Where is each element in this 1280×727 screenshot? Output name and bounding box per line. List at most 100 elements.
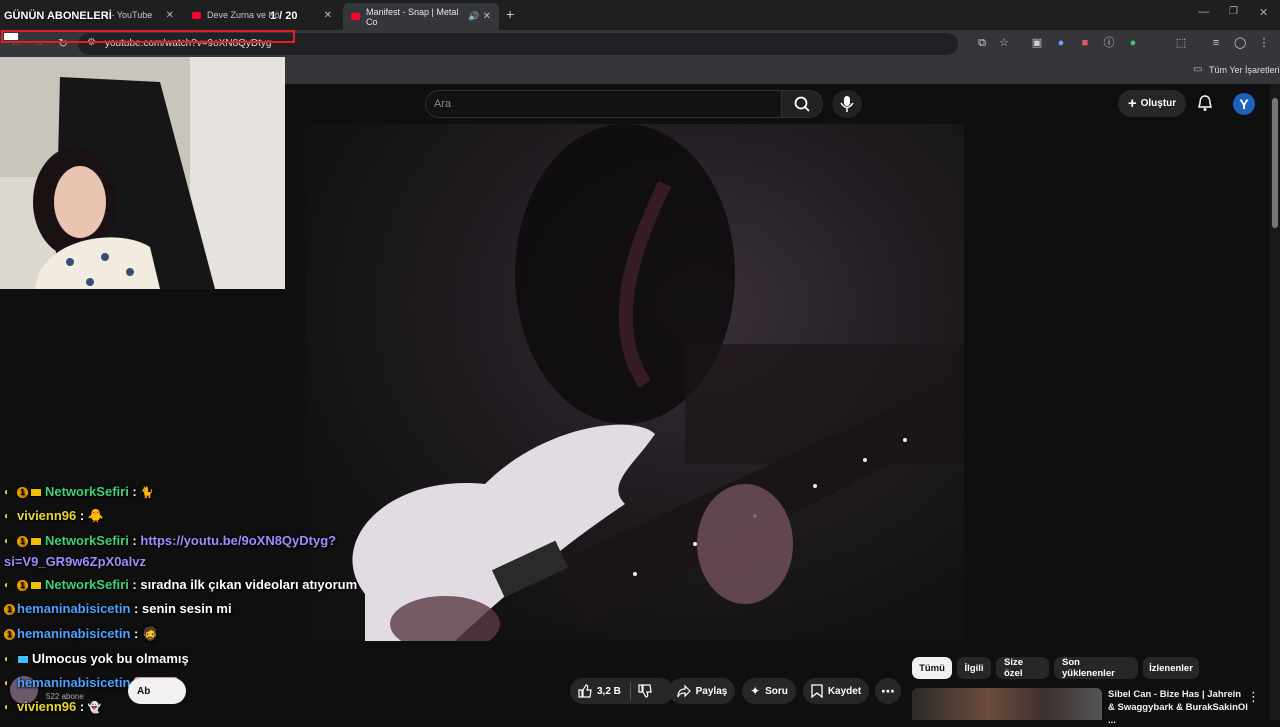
chat-text: sıradna ilk çıkan videoları atıyorum (140, 577, 358, 592)
extension-icon[interactable]: ● (1127, 37, 1139, 49)
like-count: 3,2 B (597, 685, 621, 697)
chat-username: hemaninabisicetin (17, 601, 131, 616)
chip-related[interactable]: İlgili (957, 657, 991, 679)
share-icon (677, 684, 691, 698)
overlay-title: GÜNÜN ABONELERİ (4, 10, 112, 22)
video-frame-guitar (352, 124, 964, 641)
subscribe-button[interactable]: Ab (128, 678, 186, 704)
chat-text: senin sesin mi (141, 601, 232, 616)
menu-icon[interactable]: ⋮ (1258, 37, 1270, 49)
search-placeholder: Ara (434, 98, 452, 110)
chip-watched[interactable]: İzlenenler (1143, 657, 1199, 679)
chat-link[interactable]: https://youtu.be/9oXN8QyDtyg? (140, 533, 336, 548)
streamer-webcam (0, 57, 285, 289)
share-button[interactable]: Paylaş (669, 678, 735, 704)
save-button[interactable]: Kaydet (803, 678, 869, 704)
tab-title: Deve Zurna ve Kö (207, 10, 280, 20)
ask-label: Soru (765, 685, 788, 697)
share-label: Paylaş (695, 685, 728, 697)
more-horizontal-icon: ⋯ (881, 682, 895, 699)
more-vertical-icon[interactable]: ⋮ (1247, 689, 1260, 705)
chat-message-continued: si=V9_GR9w6ZpX0alvz (4, 554, 146, 569)
create-label: Oluştur (1140, 98, 1177, 109)
browser-tab-active[interactable]: Manifest - Snap | Metal Co 🔊 ✕ (343, 3, 499, 30)
chat-username: hemaninabisicetin (17, 675, 131, 690)
browser-tab[interactable]: Deve Zurna ve Kö ✕ (184, 4, 340, 26)
voice-search-button[interactable] (832, 90, 862, 118)
plus-icon: + (1127, 95, 1137, 112)
sub-badge-icon: 1 (17, 580, 28, 592)
chat-username: vivienn96 (17, 508, 77, 523)
recommended-video-thumbnail[interactable] (912, 688, 1102, 720)
sub-badge-icon: 1 (17, 487, 28, 499)
overlay-progress-fill (4, 33, 18, 40)
microphone-icon (840, 96, 854, 112)
extension-icon[interactable]: ▣ (1031, 37, 1043, 49)
chat-text: Ulmocus yok bu olmamış (32, 651, 189, 666)
chat-username: hemaninabisicetin (17, 626, 131, 641)
chip-for-you[interactable]: Size özel (996, 657, 1049, 679)
mail-badge-icon (30, 488, 42, 498)
bookmark-star-icon[interactable]: ☆ (998, 37, 1010, 49)
chat-message: ◐ Ulmocus yok bu olmamış (4, 651, 189, 666)
chat-message: ◐ 1 NetworkSefiri : 🐈 (4, 484, 155, 499)
extension-icon[interactable]: ■ (1079, 37, 1091, 49)
folder-icon: ▭ (1193, 64, 1203, 75)
sub-badge-icon: 1 (4, 604, 15, 616)
emote-icon: 🧔 (141, 626, 159, 641)
like-button[interactable]: 3,2 B (570, 678, 674, 704)
ask-button[interactable]: ✦ Soru (742, 678, 796, 704)
extension-icon[interactable]: ⓘ (1103, 37, 1115, 49)
chat-message: ◐ vivienn96 : 🐥 (4, 508, 105, 523)
emote-icon: 🐈 (140, 487, 155, 499)
chat-username: vivienn96 (17, 699, 77, 714)
chat-link[interactable]: si=V9_GR9w6ZpX0alvz (4, 554, 146, 569)
tab-title: Manifest - Snap | Metal Co (366, 6, 459, 27)
overlay-counter: 1 / 20 (270, 10, 298, 22)
speaker-icon: 🔊 (468, 11, 480, 21)
chip-all[interactable]: Tümü (912, 657, 952, 679)
thumbs-up-icon (578, 684, 592, 698)
overlay-progress-bar (1, 30, 295, 43)
moon-badge-icon: ◐ (4, 487, 11, 499)
mail-badge-icon (30, 537, 42, 547)
all-bookmarks-link[interactable]: Tüm Yer İşaretleri (1209, 65, 1280, 75)
chat-username: NetworkSefiri (45, 533, 129, 548)
chip-recently-uploaded[interactable]: Son yüklenenler (1054, 657, 1138, 679)
extension-icon[interactable]: ● (1055, 37, 1067, 49)
recommended-video-title[interactable]: Sibel Can - Bize Has | Jahrein & Swaggyb… (1108, 688, 1248, 727)
puzzle-icon[interactable]: ⬚ (1175, 37, 1187, 49)
search-input[interactable] (425, 90, 782, 118)
mod-badge-icon (17, 655, 29, 665)
youtube-favicon-icon (351, 13, 360, 20)
profile-icon[interactable]: ◯ (1234, 37, 1246, 49)
search-button[interactable] (781, 90, 823, 118)
scrollbar-thumb[interactable] (1272, 98, 1278, 228)
window-close-icon[interactable]: ✕ (1259, 6, 1268, 19)
close-icon[interactable]: ✕ (483, 11, 491, 22)
close-icon[interactable]: ✕ (324, 10, 332, 21)
media-control-icon[interactable]: ≡ (1210, 37, 1222, 49)
chat-message: ◐ 1 NetworkSefiri : https://youtu.be/9oXN8… (4, 533, 337, 548)
moon-badge-icon: ◐ (4, 511, 11, 523)
chat-message: 1 hemaninabisicetin : senin sesin mi (4, 601, 232, 616)
new-tab-icon[interactable]: + (506, 6, 514, 22)
sub-badge-icon: 1 (4, 629, 15, 641)
bookmark-icon (811, 684, 823, 698)
avatar[interactable]: Y (1233, 93, 1255, 115)
close-icon[interactable]: ✕ (166, 10, 174, 21)
sub-badge-icon: 1 (17, 536, 28, 548)
webcam-image (0, 57, 285, 289)
notifications-icon[interactable] (1196, 94, 1214, 117)
moon-badge-icon: ◐ (4, 654, 11, 666)
chat-message: ◐ 1 NetworkSefiri : sıradna ilk çıkan vide… (4, 577, 358, 592)
install-app-icon[interactable]: ⧉ (976, 37, 988, 49)
create-button[interactable]: + Oluştur (1118, 90, 1186, 117)
minimize-icon[interactable]: — (1198, 6, 1209, 18)
more-actions-button[interactable]: ⋯ (875, 678, 901, 704)
chat-message: ◐ vivienn96 : 👻 (4, 699, 102, 714)
thumbs-down-icon[interactable] (638, 684, 652, 698)
mail-badge-icon (30, 581, 42, 591)
maximize-icon[interactable]: ❐ (1229, 6, 1238, 17)
chat-username: NetworkSefiri (45, 577, 129, 592)
